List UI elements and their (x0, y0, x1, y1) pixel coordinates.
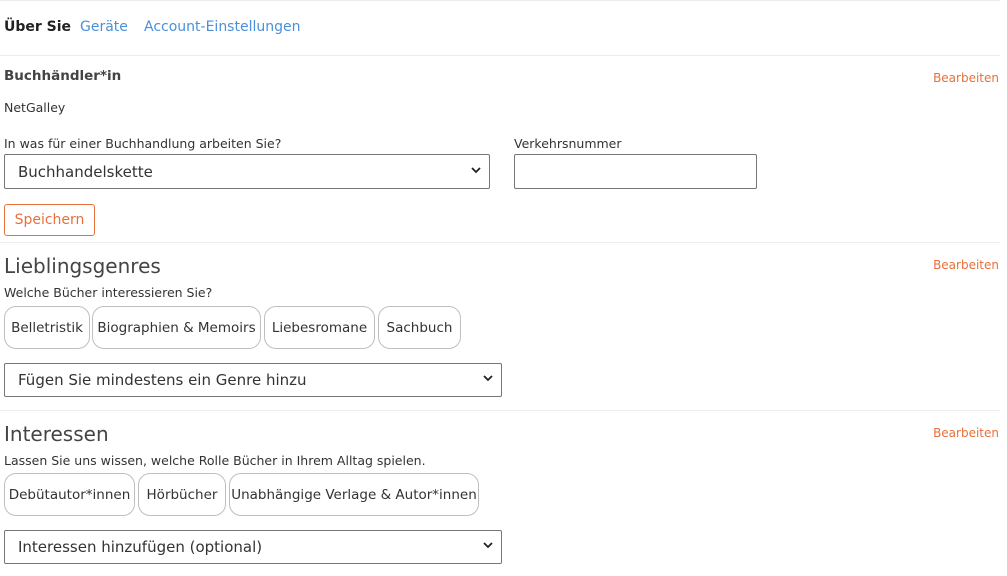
save-button[interactable]: Speichern (4, 204, 95, 236)
tab-account-einstellungen[interactable]: Account-Einstellungen (144, 19, 300, 35)
tab-geraete[interactable]: Geräte (80, 19, 128, 35)
store-type-select[interactable]: Buchhandelskette (4, 154, 490, 189)
genre-tag-sachbuch[interactable]: Sachbuch (378, 306, 461, 349)
bookseller-divider (0, 242, 1000, 243)
store-type-value: Buchhandelskette (18, 162, 153, 181)
genre-tag-liebesromane[interactable]: Liebesromane (264, 306, 375, 349)
interests-title: Interessen (4, 422, 109, 446)
genres-title: Lieblingsgenres (4, 254, 161, 278)
genres-divider (0, 410, 1000, 411)
genre-tag-biographien[interactable]: Biographien & Memoirs (92, 306, 261, 349)
genre-select[interactable]: Fügen Sie mindestens ein Genre hinzu (4, 363, 502, 397)
interests-subtitle: Lassen Sie uns wissen, welche Rolle Büch… (4, 453, 426, 468)
genres-edit-link[interactable]: Bearbeiten (933, 258, 999, 272)
traffic-number-label: Verkehrsnummer (514, 136, 622, 151)
top-divider (0, 0, 1000, 1)
genre-tag-belletristik[interactable]: Belletristik (4, 306, 90, 349)
interests-edit-link[interactable]: Bearbeiten (933, 426, 999, 440)
interests-select-value: Interessen hinzufügen (optional) (18, 538, 263, 556)
chevron-down-icon (483, 375, 493, 382)
company-name: NetGalley (4, 100, 66, 115)
chevron-down-icon (471, 166, 481, 173)
bookseller-edit-link[interactable]: Bearbeiten (933, 71, 999, 85)
interest-tag-hoerbuecher[interactable]: Hörbücher (138, 473, 226, 516)
chevron-down-icon (483, 542, 493, 549)
store-type-label: In was für einer Buchhandlung arbeiten S… (4, 136, 282, 151)
genres-subtitle: Welche Bücher interessieren Sie? (4, 285, 213, 300)
traffic-number-input[interactable] (514, 154, 757, 189)
bookseller-title: Buchhändler*in (4, 68, 122, 84)
tab-ueber-sie[interactable]: Über Sie (4, 19, 71, 35)
interest-tag-debuetautoren[interactable]: Debütautor*innen (4, 473, 135, 516)
interests-select[interactable]: Interessen hinzufügen (optional) (4, 530, 502, 564)
genre-select-value: Fügen Sie mindestens ein Genre hinzu (18, 371, 307, 389)
tabs-divider (0, 55, 1000, 56)
interest-tag-unabhaengige-verlage[interactable]: Unabhängige Verlage & Autor*innen (229, 473, 479, 516)
